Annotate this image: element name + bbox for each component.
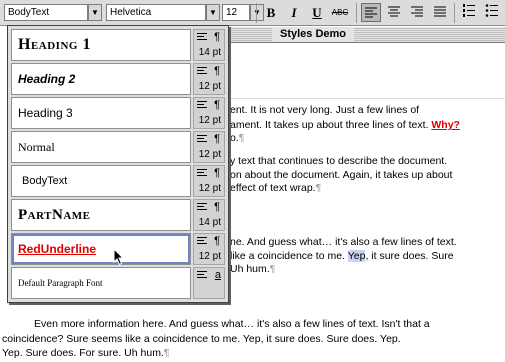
style-item-heading-3[interactable]: Heading 3 ¶ 12 pt bbox=[11, 97, 225, 129]
character-style-icon: a bbox=[214, 269, 221, 281]
underline-button[interactable]: U bbox=[307, 3, 327, 22]
align-center-icon bbox=[388, 6, 400, 17]
align-right-icon bbox=[411, 6, 423, 17]
style-item-label: RedUnderline bbox=[18, 242, 97, 256]
style-item-info: ¶ 12 pt bbox=[193, 165, 225, 197]
align-left-icon bbox=[197, 33, 207, 41]
font-select[interactable]: Helvetica bbox=[106, 4, 206, 21]
numbered-list-button[interactable] bbox=[459, 3, 479, 22]
paragraph-style-icon: ¶ bbox=[214, 65, 220, 77]
align-left-icon bbox=[197, 237, 207, 245]
strikethrough-button[interactable]: ABC bbox=[330, 3, 350, 22]
style-item-partname[interactable]: PartName ¶ 14 pt bbox=[11, 199, 225, 231]
style-size: 12 pt bbox=[198, 183, 221, 194]
toolbar-divider bbox=[256, 3, 257, 23]
align-right-button[interactable] bbox=[407, 3, 427, 22]
mouse-pointer-icon bbox=[113, 248, 125, 266]
align-left-icon bbox=[197, 271, 207, 279]
style-item-info: ¶ 12 pt bbox=[193, 63, 225, 95]
style-item-info: ¶ 14 pt bbox=[193, 29, 225, 61]
justify-icon bbox=[434, 6, 446, 17]
toolbar-divider bbox=[454, 3, 455, 23]
style-item-heading-2[interactable]: Heading 2 ¶ 12 pt bbox=[11, 63, 225, 95]
selected-text[interactable]: Yep bbox=[347, 250, 366, 262]
align-left-icon bbox=[197, 101, 207, 109]
paragraph-style-icon: ¶ bbox=[214, 99, 220, 111]
paragraph-style-icon: ¶ bbox=[214, 133, 220, 145]
doc-line[interactable]: ne. And guess what… it's also a few line… bbox=[230, 236, 457, 249]
doc-line[interactable]: y text that continues to describe the do… bbox=[230, 155, 447, 168]
doc-line[interactable]: Even more information here. And guess wh… bbox=[34, 318, 430, 331]
selected-style-highlight: RedUnderline bbox=[11, 233, 191, 265]
why-red-link[interactable]: Why? bbox=[431, 119, 460, 131]
toolbar-divider bbox=[356, 3, 357, 23]
style-item-label: Heading 3 bbox=[18, 106, 73, 120]
doc-line[interactable]: ament. It takes up about three lines of … bbox=[230, 119, 460, 132]
paragraph-style-icon: ¶ bbox=[214, 201, 220, 213]
style-item-label: Normal bbox=[18, 140, 55, 154]
paragraph-style-icon: ¶ bbox=[214, 167, 220, 179]
align-center-button[interactable] bbox=[384, 3, 404, 22]
style-item-label: BodyText bbox=[22, 175, 68, 187]
doc-line[interactable]: Uh hum.¶ bbox=[230, 263, 275, 276]
align-left-icon bbox=[197, 203, 207, 211]
align-left-icon bbox=[197, 135, 207, 143]
doc-line[interactable]: Yep. Sure does. For sure. Uh hum.¶ bbox=[2, 347, 170, 360]
paragraph-style-icon: ¶ bbox=[214, 235, 220, 247]
font-dropdown-arrow-icon[interactable]: ▼ bbox=[206, 4, 220, 21]
numbered-list-icon bbox=[463, 4, 475, 17]
doc-line[interactable]: on about the document. Again, it takes u… bbox=[230, 169, 452, 182]
doc-line[interactable]: coincidence? Sure seems like a coinciden… bbox=[2, 333, 401, 346]
style-item-info: ¶ 14 pt bbox=[193, 199, 225, 231]
style-size: 12 pt bbox=[198, 115, 221, 126]
bullet-list-button[interactable] bbox=[482, 3, 502, 22]
style-item-info: ¶ 12 pt bbox=[193, 131, 225, 163]
style-size: 14 pt bbox=[198, 47, 221, 58]
doc-line[interactable]: effect of text wrap.¶ bbox=[230, 182, 321, 195]
style-item-heading-1[interactable]: Heading 1 ¶ 14 pt bbox=[11, 29, 225, 61]
style-item-info: ¶ 12 pt bbox=[193, 97, 225, 129]
window-titlebar[interactable]: Styles Demo bbox=[222, 27, 505, 43]
style-item-bodytext[interactable]: BodyText ¶ 12 pt bbox=[11, 165, 225, 197]
style-item-label: Heading 1 bbox=[18, 36, 91, 53]
style-item-label: Default Paragraph Font bbox=[18, 278, 103, 288]
bold-button[interactable]: B bbox=[261, 3, 281, 22]
style-item-default-paragraph-font[interactable]: Default Paragraph Font a bbox=[11, 267, 225, 299]
window-title: Styles Demo bbox=[272, 27, 355, 42]
bullet-list-icon bbox=[485, 4, 498, 17]
doc-line[interactable]: like a coincidence to me. Yep, it sure d… bbox=[230, 250, 454, 263]
style-size: 12 pt bbox=[198, 149, 221, 160]
style-dropdown-arrow-icon[interactable]: ▼ bbox=[88, 4, 102, 21]
align-left-button[interactable] bbox=[361, 3, 381, 22]
style-item-label: PartName bbox=[18, 207, 91, 223]
paragraph-style-icon: ¶ bbox=[214, 31, 220, 43]
format-toolbar: BodyText ▼ Helvetica ▼ 12 ▼ B I U ABC bbox=[0, 0, 505, 26]
font-size-select[interactable]: 12 bbox=[222, 4, 250, 21]
style-size: 12 pt bbox=[198, 81, 221, 92]
italic-button[interactable]: I bbox=[284, 3, 304, 22]
style-item-label: Heading 2 bbox=[18, 72, 76, 86]
style-size: 12 pt bbox=[198, 251, 221, 262]
document-top-area bbox=[222, 43, 505, 99]
align-left-icon bbox=[365, 7, 377, 18]
doc-line[interactable]: ent. It is not very long. Just a few lin… bbox=[230, 104, 419, 117]
doc-line[interactable]: o.¶ bbox=[230, 132, 244, 145]
style-select[interactable]: BodyText bbox=[4, 4, 88, 21]
style-size: 14 pt bbox=[198, 217, 221, 228]
align-left-icon bbox=[197, 169, 207, 177]
style-item-info: ¶ 12 pt bbox=[193, 233, 225, 265]
align-left-icon bbox=[197, 67, 207, 75]
style-item-normal[interactable]: Normal ¶ 12 pt bbox=[11, 131, 225, 163]
style-item-info: a bbox=[193, 267, 225, 299]
justify-button[interactable] bbox=[430, 3, 450, 22]
